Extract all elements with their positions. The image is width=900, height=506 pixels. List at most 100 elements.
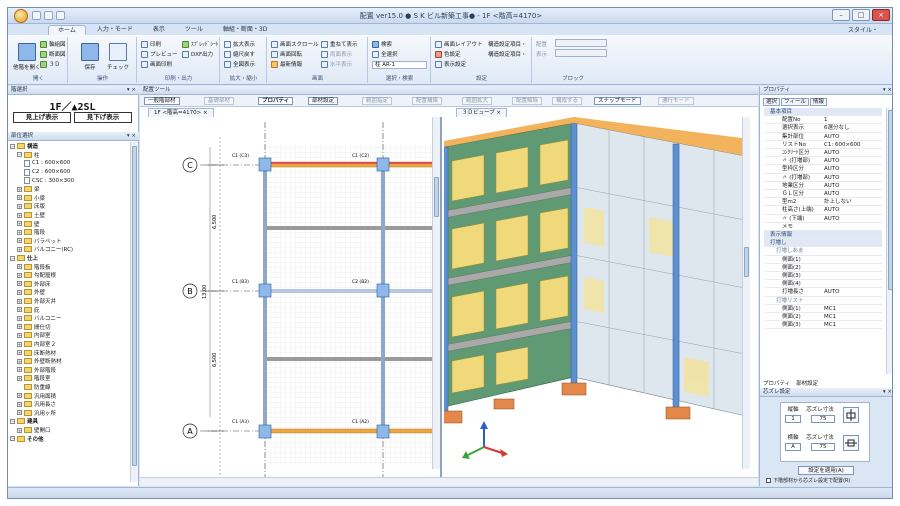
panel-close-icon[interactable]: ▾ ×	[127, 86, 136, 95]
tab-frame-section-3d[interactable]: 軸組・断面・3D	[214, 25, 276, 35]
placement-build-button[interactable]: 配置構築	[412, 97, 443, 105]
y-offset-value[interactable]: 75	[811, 443, 835, 451]
property-row[interactable]: ｺﾝｸﾘｰﾄ区分 AUTO	[764, 149, 882, 158]
expand-icon[interactable]: +	[17, 281, 22, 287]
property-row[interactable]: 〃 (打増部) AUTO	[764, 174, 882, 182]
property-value[interactable]: 1	[824, 116, 828, 124]
scale-back-button[interactable]: 縮尺戻す	[224, 50, 255, 58]
property-row[interactable]: 表示情報	[764, 231, 882, 240]
search-button[interactable]: 検索	[372, 40, 392, 48]
expand-icon[interactable]: +	[17, 186, 22, 192]
tree-item[interactable]: + 土壁	[17, 211, 45, 220]
tree-item[interactable]: 防重線	[17, 383, 51, 392]
expand-icon[interactable]: +	[17, 332, 22, 338]
property-row[interactable]: 側面(3)	[764, 272, 882, 281]
scroll-thumb[interactable]	[434, 177, 439, 217]
compose-button[interactable]: 構成する	[552, 97, 583, 105]
property-button[interactable]: プロパティ	[258, 97, 294, 105]
property-row[interactable]: 〃 (下端) AUTO	[764, 215, 882, 223]
scroll-thumb[interactable]	[132, 146, 137, 466]
preview-button[interactable]: プレビュー	[141, 50, 178, 58]
member-filter-combo[interactable]: 柱 AR-1	[372, 61, 427, 69]
property-row[interactable]: 地業区分 AUTO	[764, 182, 882, 190]
refresh-button[interactable]: 最新情報	[271, 60, 302, 68]
tree-item[interactable]: + 内部室	[17, 331, 51, 340]
property-row[interactable]: 側面(2)	[764, 264, 882, 272]
y-offset-picker[interactable]	[843, 435, 859, 451]
tree-item[interactable]: + 汎用ヶ所	[17, 409, 56, 418]
collapse-icon[interactable]: −	[10, 143, 15, 149]
property-row[interactable]: 基本項目	[764, 108, 882, 117]
property-row[interactable]: 〃 (打増部) AUTO	[764, 157, 882, 166]
x-offset-value[interactable]: 75	[811, 415, 835, 423]
structure-settings-1[interactable]: 構造設定項目・	[488, 40, 527, 48]
tree-item[interactable]: + 汎用長さ	[17, 400, 56, 409]
general-floor-member-button[interactable]: 一般階部材	[144, 97, 180, 105]
tree-item[interactable]: − 建具	[10, 417, 38, 426]
expand-icon[interactable]: +	[17, 212, 22, 218]
expand-icon[interactable]: +	[17, 298, 22, 304]
tab-floor-plan[interactable]: 1F <階高=4170> ×	[148, 108, 214, 117]
open-other-floor-button[interactable]: 他階を開く	[13, 43, 41, 71]
collapse-icon[interactable]: −	[17, 152, 22, 158]
property-row[interactable]: 側面(1)	[764, 256, 882, 264]
property-row[interactable]: ＧＬ区分 AUTO	[764, 190, 882, 199]
expand-icon[interactable]: +	[17, 401, 22, 407]
panel-close-icon[interactable]: ▾ ×	[883, 86, 892, 95]
property-value[interactable]: AUTO	[824, 288, 839, 296]
tab-view[interactable]: 表示	[144, 25, 174, 35]
section-view-button[interactable]: 断面図	[40, 50, 66, 58]
tree-item[interactable]: + 間仕切	[17, 323, 51, 332]
horizontal-view-button[interactable]: 水平表示	[321, 60, 352, 68]
check-button[interactable]: チェック	[107, 43, 129, 71]
tree-item[interactable]: + 勾配屋根	[17, 271, 56, 280]
3d-view-button[interactable]: ３Ｄ	[40, 60, 60, 68]
scroll-thumb[interactable]	[888, 110, 892, 290]
tree-item[interactable]: + 外部階段	[17, 366, 56, 375]
property-row[interactable]: 打増長さ AUTO	[764, 288, 882, 297]
panel-close-icon[interactable]: ▾ ×	[883, 388, 892, 397]
tab-tools[interactable]: ツール	[176, 25, 212, 35]
fit-all-button[interactable]: 全図表示	[224, 60, 255, 68]
screen-scroll-button[interactable]: 画面スクロール	[271, 40, 319, 48]
foundation-member-button[interactable]: 基礎部材	[204, 97, 235, 105]
expand-icon[interactable]: +	[17, 264, 22, 270]
structure-settings-2[interactable]: 構造設定項目・	[488, 50, 527, 58]
block-view-combo[interactable]	[555, 49, 607, 57]
tree-item[interactable]: C1 : 600×600	[24, 159, 70, 168]
property-value[interactable]: AUTO	[824, 174, 839, 182]
property-value[interactable]: AUTO	[824, 165, 839, 173]
frame-view-button[interactable]: 軸組図	[40, 40, 66, 48]
tab-home[interactable]: ホーム	[48, 25, 86, 35]
property-row[interactable]: 配置No 1	[764, 116, 882, 125]
tree-item[interactable]: + 外壁断熱材	[17, 357, 62, 366]
property-value[interactable]: AUTO	[824, 215, 839, 223]
property-value[interactable]: MC1	[824, 305, 836, 313]
property-value[interactable]: AUTO	[824, 133, 839, 141]
tree-item[interactable]: + 壁	[17, 219, 40, 228]
pass-mode-button[interactable]: 通行モード	[658, 97, 694, 105]
3d-view-canvas[interactable]	[444, 117, 750, 477]
horizontal-scrollbar[interactable]	[140, 477, 758, 486]
tree-item[interactable]: + 内部室２	[17, 340, 56, 349]
expand-icon[interactable]: +	[17, 272, 22, 278]
tab-input-mode[interactable]: 入力・モード	[88, 25, 142, 35]
expand-icon[interactable]: +	[17, 358, 22, 364]
property-value[interactable]: AUTO	[824, 149, 839, 157]
dxf-export-button[interactable]: DXF出力	[182, 50, 213, 58]
property-value[interactable]: 計上しない	[824, 198, 852, 206]
property-scrollbar[interactable]	[886, 108, 892, 374]
property-row[interactable]: 側面(1) MC1	[764, 305, 882, 313]
collapse-icon[interactable]: −	[10, 436, 15, 442]
tree-item[interactable]: + 階段室	[17, 374, 51, 383]
overlay-view-button[interactable]: 重ねて表示	[321, 40, 358, 48]
screen-print-button[interactable]: 画面印刷	[141, 60, 172, 68]
tree-scrollbar[interactable]	[130, 142, 138, 482]
property-row[interactable]: 側面(4)	[764, 280, 882, 289]
tab-member-settings[interactable]: 部材設定	[796, 379, 818, 387]
block-place-combo[interactable]	[555, 39, 607, 47]
expand-icon[interactable]: +	[17, 427, 22, 433]
apply-settings-button[interactable]: 設定を適用(A)	[798, 466, 854, 475]
tab-info[interactable]: 情報	[809, 98, 827, 106]
collapse-icon[interactable]: −	[10, 255, 15, 261]
